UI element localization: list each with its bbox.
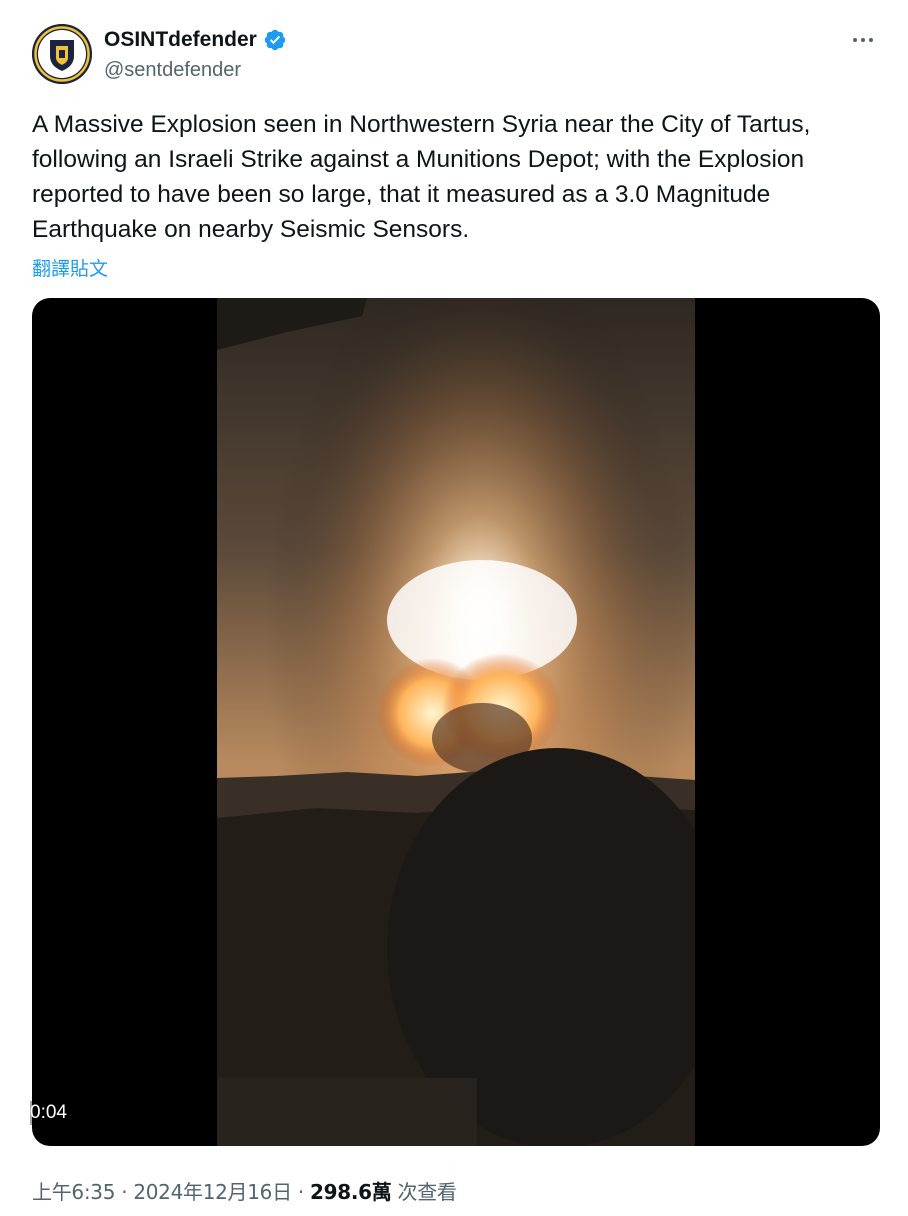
author-display-name[interactable]: OSINTdefender <box>104 27 257 53</box>
tweet-meta: 上午6:35 · 2024年12月16日 · 298.6萬 次查看 <box>32 1176 457 1205</box>
view-count: 298.6萬 <box>310 1180 392 1204</box>
video-timestamp: 0:04 <box>30 1101 67 1125</box>
verified-badge-icon[interactable] <box>263 28 287 52</box>
tweet-time-link[interactable]: 上午6:35 <box>32 1180 115 1204</box>
meta-separator: · <box>121 1180 128 1204</box>
tweet-text: A Massive Explosion seen in Northwestern… <box>32 111 811 243</box>
tweet-header: OSINTdefender @sentdefender <box>32 24 880 88</box>
more-dot <box>861 38 865 42</box>
author-avatar[interactable] <box>32 24 92 84</box>
more-horizontal-icon <box>853 38 857 42</box>
tweet-date-link[interactable]: 2024年12月16日 <box>133 1180 292 1204</box>
meta-separator: · <box>297 1180 304 1204</box>
more-dot <box>869 38 873 42</box>
explosion-video-thumbnail <box>217 298 695 1146</box>
video-player[interactable] <box>32 298 880 1146</box>
video-frame <box>217 298 695 1146</box>
name-row: OSINTdefender <box>104 27 287 53</box>
translate-post-link[interactable]: 翻譯貼文 <box>32 254 108 281</box>
author-handle[interactable]: @sentdefender <box>104 58 241 82</box>
osint-shield-logo-icon <box>32 24 92 84</box>
more-options-button[interactable] <box>846 28 880 52</box>
view-count-label: 次查看 <box>397 1180 457 1204</box>
